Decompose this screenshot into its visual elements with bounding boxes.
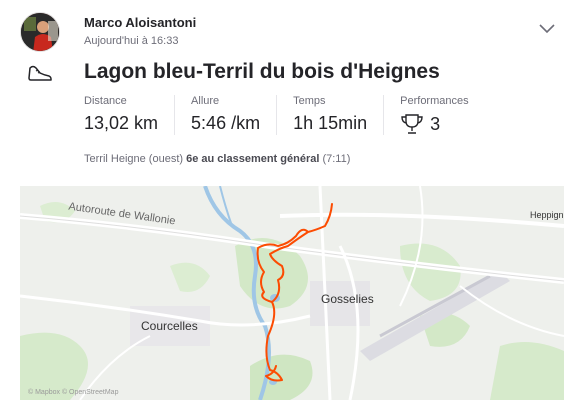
stat-time: Temps 1h 15min (293, 95, 385, 135)
stat-label: Allure (191, 95, 220, 107)
stat-label: Performances (400, 95, 469, 107)
athlete-name[interactable]: Marco Aloisantoni (84, 15, 196, 30)
map-label-town: Courcelles (141, 319, 198, 333)
trophy-icon (401, 114, 423, 134)
stat-value: 13,02 km (84, 113, 159, 133)
activity-timestamp: Aujourd'hui à 16:33 (84, 35, 179, 47)
segment-time: (7:11) (322, 153, 351, 165)
map-label-town: Gosselies (321, 292, 374, 306)
map-attribution: © Mapbox © OpenStreetMap (28, 389, 119, 396)
stat-value: 3 (430, 113, 441, 134)
stat-value: 1h 15min (293, 113, 368, 133)
stat-achievements[interactable]: Performances 3 (400, 95, 484, 135)
stat-label: Temps (293, 95, 326, 107)
map-graphic (20, 186, 564, 400)
stat-label: Distance (84, 95, 127, 107)
segment-achievement[interactable]: Terril Heigne (ouest) 6e au classement g… (84, 153, 350, 165)
stat-value: 5:46 /km (191, 113, 261, 133)
chevron-down-icon[interactable] (537, 18, 557, 38)
athlete-avatar[interactable] (20, 12, 60, 52)
segment-rank: 6e au classement général (186, 153, 320, 165)
shoe-icon (28, 65, 52, 81)
activity-title[interactable]: Lagon bleu-Terril du bois d'Heignes (84, 60, 440, 84)
stat-value-row: 3 (400, 113, 468, 135)
map-label-town: Heppign (530, 210, 564, 220)
stat-distance: Distance 13,02 km (84, 95, 176, 135)
segment-name: Terril Heigne (ouest) (84, 153, 184, 165)
activity-map[interactable]: Autoroute de Wallonie Courcelles Gosseli… (20, 186, 564, 400)
activity-stats: Distance 13,02 km Allure 5:46 /km Temps … (84, 95, 501, 135)
stat-pace: Allure 5:46 /km (191, 95, 278, 135)
